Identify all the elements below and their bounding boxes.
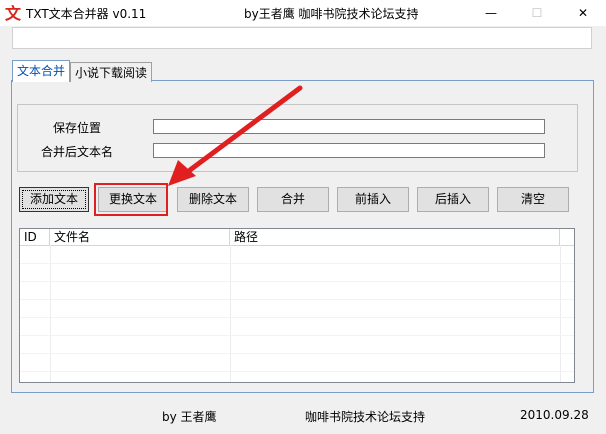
grid-line [560, 245, 561, 382]
list-header: ID 文件名 路径 [20, 229, 574, 246]
list-row-line [20, 281, 574, 282]
list-row-line [20, 299, 574, 300]
close-icon: ✕ [577, 6, 589, 20]
list-row-line [20, 317, 574, 318]
status-date: 2010.09.28 [520, 408, 589, 422]
status-forum: 咖啡书院技术论坛支持 [305, 410, 426, 424]
column-filename[interactable]: 文件名 [50, 229, 230, 245]
list-row-line [20, 335, 574, 336]
status-author: by 王者鹰 [162, 410, 217, 424]
grid-line [230, 245, 231, 382]
save-location-input[interactable] [153, 119, 545, 134]
window-title: TXT文本合并器 v0.11 [26, 7, 147, 21]
settings-group [17, 104, 578, 172]
app-icon: 文 [5, 4, 22, 22]
insert-after-button[interactable]: 后插入 [417, 187, 489, 212]
column-filler [560, 229, 574, 245]
merged-name-input[interactable] [153, 143, 545, 158]
minimize-icon: — [485, 6, 497, 20]
list-row-line [20, 263, 574, 264]
merge-button[interactable]: 合并 [257, 187, 329, 212]
add-text-button[interactable]: 添加文本 [19, 187, 89, 212]
window-author: by王者鹰 咖啡书院技术论坛支持 [244, 7, 419, 21]
column-path[interactable]: 路径 [230, 229, 560, 245]
clear-button[interactable]: 清空 [497, 187, 569, 212]
maximize-icon: ☐ [531, 6, 543, 20]
column-id[interactable]: ID [20, 229, 50, 245]
delete-text-button[interactable]: 删除文本 [177, 187, 249, 212]
replace-text-button[interactable]: 更换文本 [98, 187, 168, 212]
save-location-label: 保存位置 [52, 121, 101, 135]
grid-line [50, 245, 51, 382]
merged-name-label: 合并后文本名 [40, 145, 113, 159]
maximize-button: ☐ [514, 0, 560, 26]
tab-merge-text[interactable]: 文本合并 [12, 60, 71, 82]
top-panel [12, 27, 592, 49]
file-list[interactable]: ID 文件名 路径 [19, 228, 575, 383]
tab-novel-download[interactable]: 小说下载阅读 [70, 62, 153, 82]
minimize-button[interactable]: — [468, 0, 514, 26]
insert-before-button[interactable]: 前插入 [337, 187, 409, 212]
title-bar: 文 TXT文本合并器 v0.11 by王者鹰 咖啡书院技术论坛支持 — ☐ ✕ [0, 0, 606, 26]
svg-text:文: 文 [5, 4, 22, 22]
list-row-line [20, 371, 574, 372]
list-row-line [20, 353, 574, 354]
close-button[interactable]: ✕ [560, 0, 606, 26]
